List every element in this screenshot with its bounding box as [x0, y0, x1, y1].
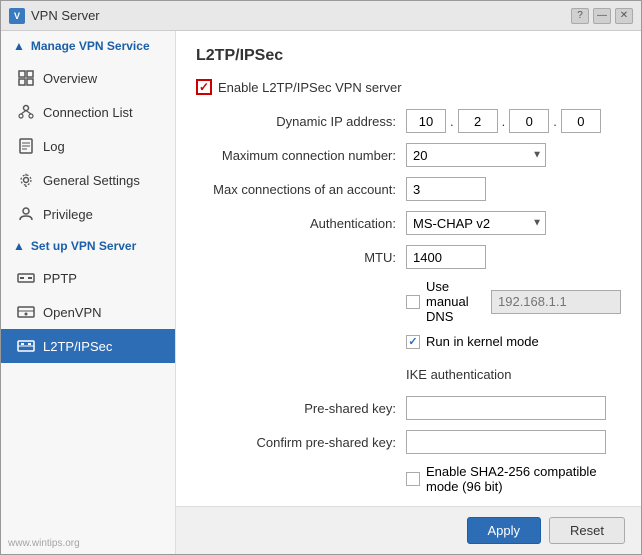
auth-select-wrap: MS-CHAP v2 PAP CHAP MS-CHAP ▼ [406, 211, 546, 235]
enable-row: Enable L2TP/IPSec VPN server [196, 79, 621, 95]
log-icon [17, 137, 35, 155]
manual-dns-checkbox[interactable] [406, 295, 420, 309]
sidebar-item-connection-list[interactable]: Connection List [1, 95, 175, 129]
ip-seg1-input[interactable] [406, 109, 446, 133]
connection-list-icon [17, 103, 35, 121]
manual-dns-label: Use manual DNS [426, 279, 485, 324]
auth-select[interactable]: MS-CHAP v2 PAP CHAP MS-CHAP [406, 211, 546, 235]
app-icon: V [9, 8, 25, 24]
kernel-mode-label: Run in kernel mode [426, 334, 539, 349]
enable-label: Enable L2TP/IPSec VPN server [218, 80, 402, 95]
confirm-preshared-label: Confirm pre-shared key: [206, 435, 406, 450]
close-button[interactable]: ✕ [615, 8, 633, 24]
dns-input [491, 290, 621, 314]
sidebar-item-log[interactable]: Log [1, 129, 175, 163]
page-title: L2TP/IPSec [196, 47, 621, 65]
max-conn-value: 20 5 10 30 ▼ [406, 143, 621, 167]
apply-button[interactable]: Apply [467, 517, 542, 544]
mtu-input[interactable] [406, 245, 486, 269]
ike-header: IKE authentication [406, 359, 621, 386]
ip-dot-1: . [450, 114, 454, 129]
manual-dns-row: Use manual DNS [406, 279, 621, 324]
chevron-up-icon-2: ▲ [13, 239, 25, 253]
overview-icon [17, 69, 35, 87]
l2tp-icon [17, 337, 35, 355]
max-per-account-value [406, 177, 621, 201]
ike-section-label: IKE authentication [406, 367, 512, 382]
content-body: L2TP/IPSec Enable L2TP/IPSec VPN server … [176, 31, 641, 506]
max-per-account-label: Max connections of an account: [206, 182, 406, 197]
sha2-checkbox[interactable] [406, 472, 420, 486]
ip-dot-3: . [553, 114, 557, 129]
preshared-label: Pre-shared key: [206, 401, 406, 416]
max-conn-select-wrap: 20 5 10 30 ▼ [406, 143, 546, 167]
mtu-value [406, 245, 621, 269]
sidebar-item-overview[interactable]: Overview [1, 61, 175, 95]
ip-seg3-input[interactable] [509, 109, 549, 133]
max-conn-select[interactable]: 20 5 10 30 [406, 143, 546, 167]
max-per-account-input[interactable] [406, 177, 486, 201]
sidebar-item-pptp[interactable]: PPTP [1, 261, 175, 295]
enable-checkbox[interactable] [196, 79, 212, 95]
sha2-label: Enable SHA2-256 compatible mode (96 bit) [426, 464, 621, 494]
sidebar-item-openvpn[interactable]: OpenVPN [1, 295, 175, 329]
window-title: VPN Server [31, 8, 100, 23]
privilege-icon [17, 205, 35, 223]
ip-seg2-input[interactable] [458, 109, 498, 133]
footer: Apply Reset [176, 506, 641, 554]
pptp-icon [17, 269, 35, 287]
preshared-value [406, 396, 621, 420]
main-area: ▲ Manage VPN Service Overview [1, 31, 641, 554]
form-grid: Dynamic IP address: . . . Maximum connec… [206, 109, 621, 494]
ip-seg4-input[interactable] [561, 109, 601, 133]
dynamic-ip-label: Dynamic IP address: [206, 114, 406, 129]
confirm-preshared-value [406, 430, 621, 454]
preshared-key-input[interactable] [406, 396, 606, 420]
sidebar: ▲ Manage VPN Service Overview [1, 31, 176, 554]
sidebar-item-l2tp[interactable]: L2TP/IPSec [1, 329, 175, 363]
kernel-mode-row: Run in kernel mode [406, 334, 621, 349]
max-conn-label: Maximum connection number: [206, 148, 406, 163]
confirm-preshared-key-input[interactable] [406, 430, 606, 454]
titlebar-left: V VPN Server [9, 8, 100, 24]
dynamic-ip-value: . . . [406, 109, 621, 133]
mtu-label: MTU: [206, 250, 406, 265]
openvpn-icon [17, 303, 35, 321]
titlebar-controls: ? — ✕ [571, 8, 633, 24]
sidebar-section-manage[interactable]: ▲ Manage VPN Service [1, 31, 175, 61]
auth-label: Authentication: [206, 216, 406, 231]
reset-button[interactable]: Reset [549, 517, 625, 544]
auth-value: MS-CHAP v2 PAP CHAP MS-CHAP ▼ [406, 211, 621, 235]
minimize-button[interactable]: — [593, 8, 611, 24]
chevron-up-icon: ▲ [13, 39, 25, 53]
sha2-row: Enable SHA2-256 compatible mode (96 bit) [406, 464, 621, 494]
ip-dot-2: . [502, 114, 506, 129]
settings-icon [17, 171, 35, 189]
sidebar-item-privilege[interactable]: Privilege [1, 197, 175, 231]
kernel-mode-checkbox[interactable] [406, 335, 420, 349]
watermark: www.wintips.org [8, 538, 80, 549]
sidebar-item-general-settings[interactable]: General Settings [1, 163, 175, 197]
sidebar-section-setup[interactable]: ▲ Set up VPN Server [1, 231, 175, 261]
help-button[interactable]: ? [571, 8, 589, 24]
app-window: V VPN Server ? — ✕ ▲ Manage VPN Service [0, 0, 642, 555]
titlebar: V VPN Server ? — ✕ [1, 1, 641, 31]
content-area: L2TP/IPSec Enable L2TP/IPSec VPN server … [176, 31, 641, 554]
